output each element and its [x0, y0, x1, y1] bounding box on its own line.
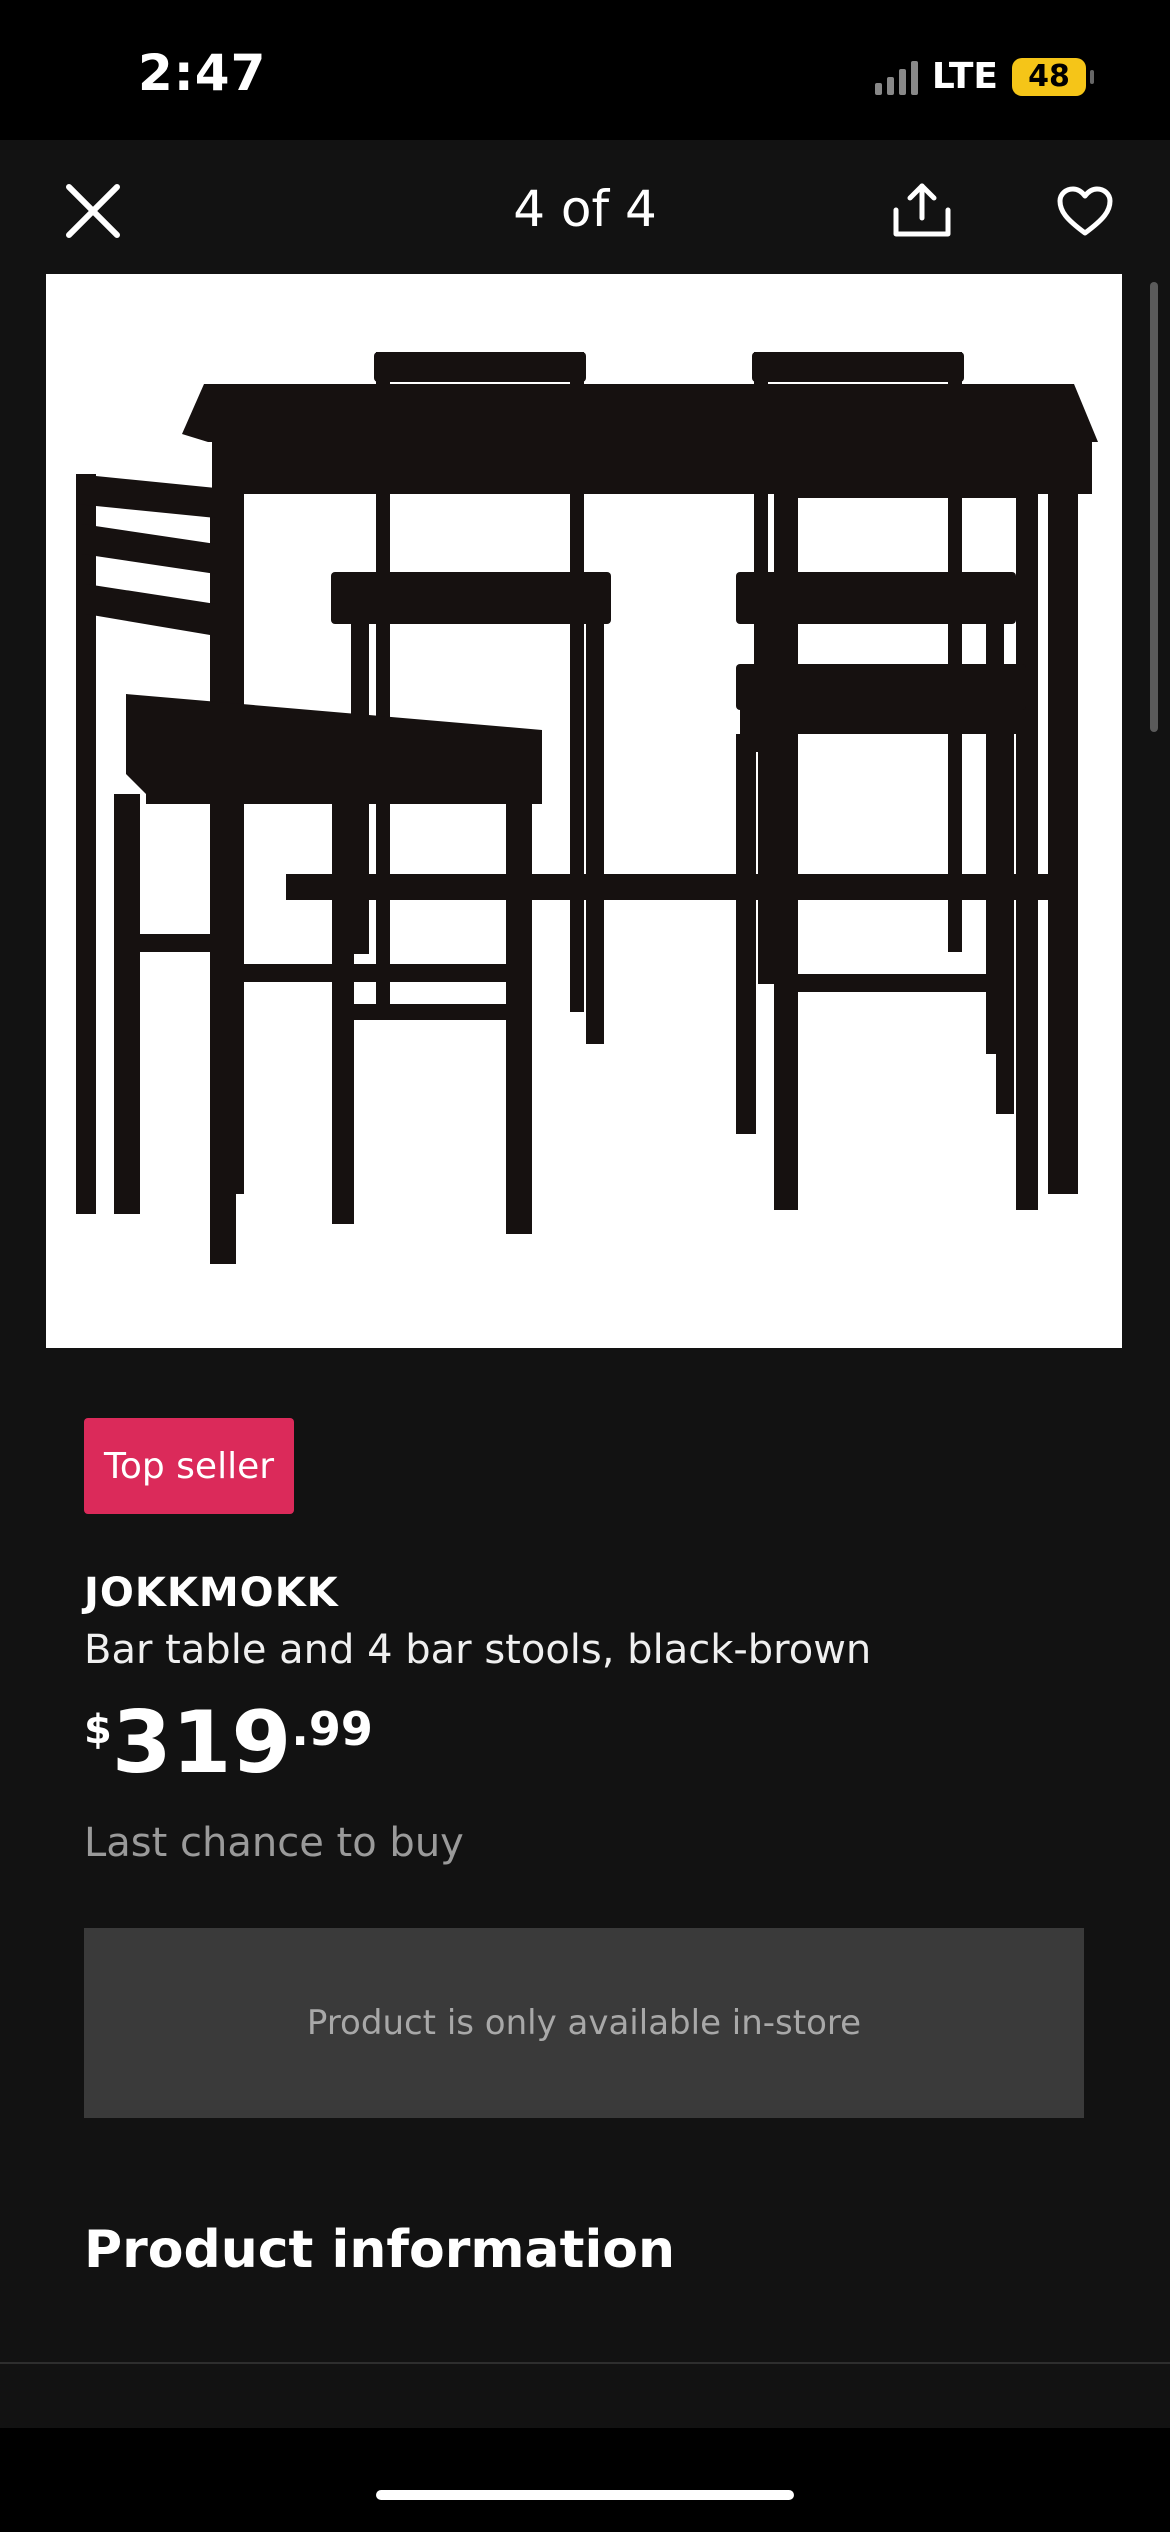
- image-pager: 4 of 4: [513, 180, 657, 238]
- scrollbar[interactable]: [1150, 282, 1158, 732]
- status-time: 2:47: [138, 44, 267, 102]
- in-store-only-notice: Product is only available in-store: [84, 1928, 1084, 2118]
- product-description: Bar table and 4 bar stools, black-brown: [84, 1627, 872, 1673]
- price-decimal: .99: [291, 1702, 373, 1756]
- battery-icon: 48: [1012, 57, 1094, 96]
- price-currency: $: [84, 1707, 112, 1753]
- battery-level: 48: [1028, 59, 1070, 94]
- share-icon: [893, 183, 951, 237]
- status-indicators: LTE 48: [874, 56, 1094, 97]
- product-gallery-screen: 4 of 4 Top seller JOKKMOKK Bar table and…: [0, 140, 1170, 2428]
- section-divider: [0, 2362, 1170, 2364]
- top-seller-badge: Top seller: [84, 1418, 294, 1514]
- heart-icon: [1057, 186, 1113, 236]
- favorite-button[interactable]: [1050, 176, 1120, 246]
- availability-text: Last chance to buy: [84, 1820, 464, 1866]
- product-price: $ 319 .99: [84, 1700, 373, 1786]
- product-image[interactable]: [46, 274, 1122, 1348]
- bar-table-with-four-stools: [76, 352, 1098, 1264]
- signal-icon: [874, 59, 918, 95]
- home-indicator[interactable]: [376, 2490, 794, 2500]
- product-name: JOKKMOKK: [84, 1570, 339, 1616]
- gallery-header: 4 of 4: [0, 140, 1170, 276]
- network-type: LTE: [931, 56, 998, 97]
- in-store-only-label: Product is only available in-store: [306, 2003, 862, 2043]
- home-indicator-area: [0, 2428, 1170, 2532]
- price-integer: 319: [111, 1693, 292, 1793]
- status-bar: 2:47 LTE 48: [0, 0, 1170, 140]
- product-information-heading[interactable]: Product information: [84, 2220, 675, 2280]
- share-button[interactable]: [886, 174, 958, 246]
